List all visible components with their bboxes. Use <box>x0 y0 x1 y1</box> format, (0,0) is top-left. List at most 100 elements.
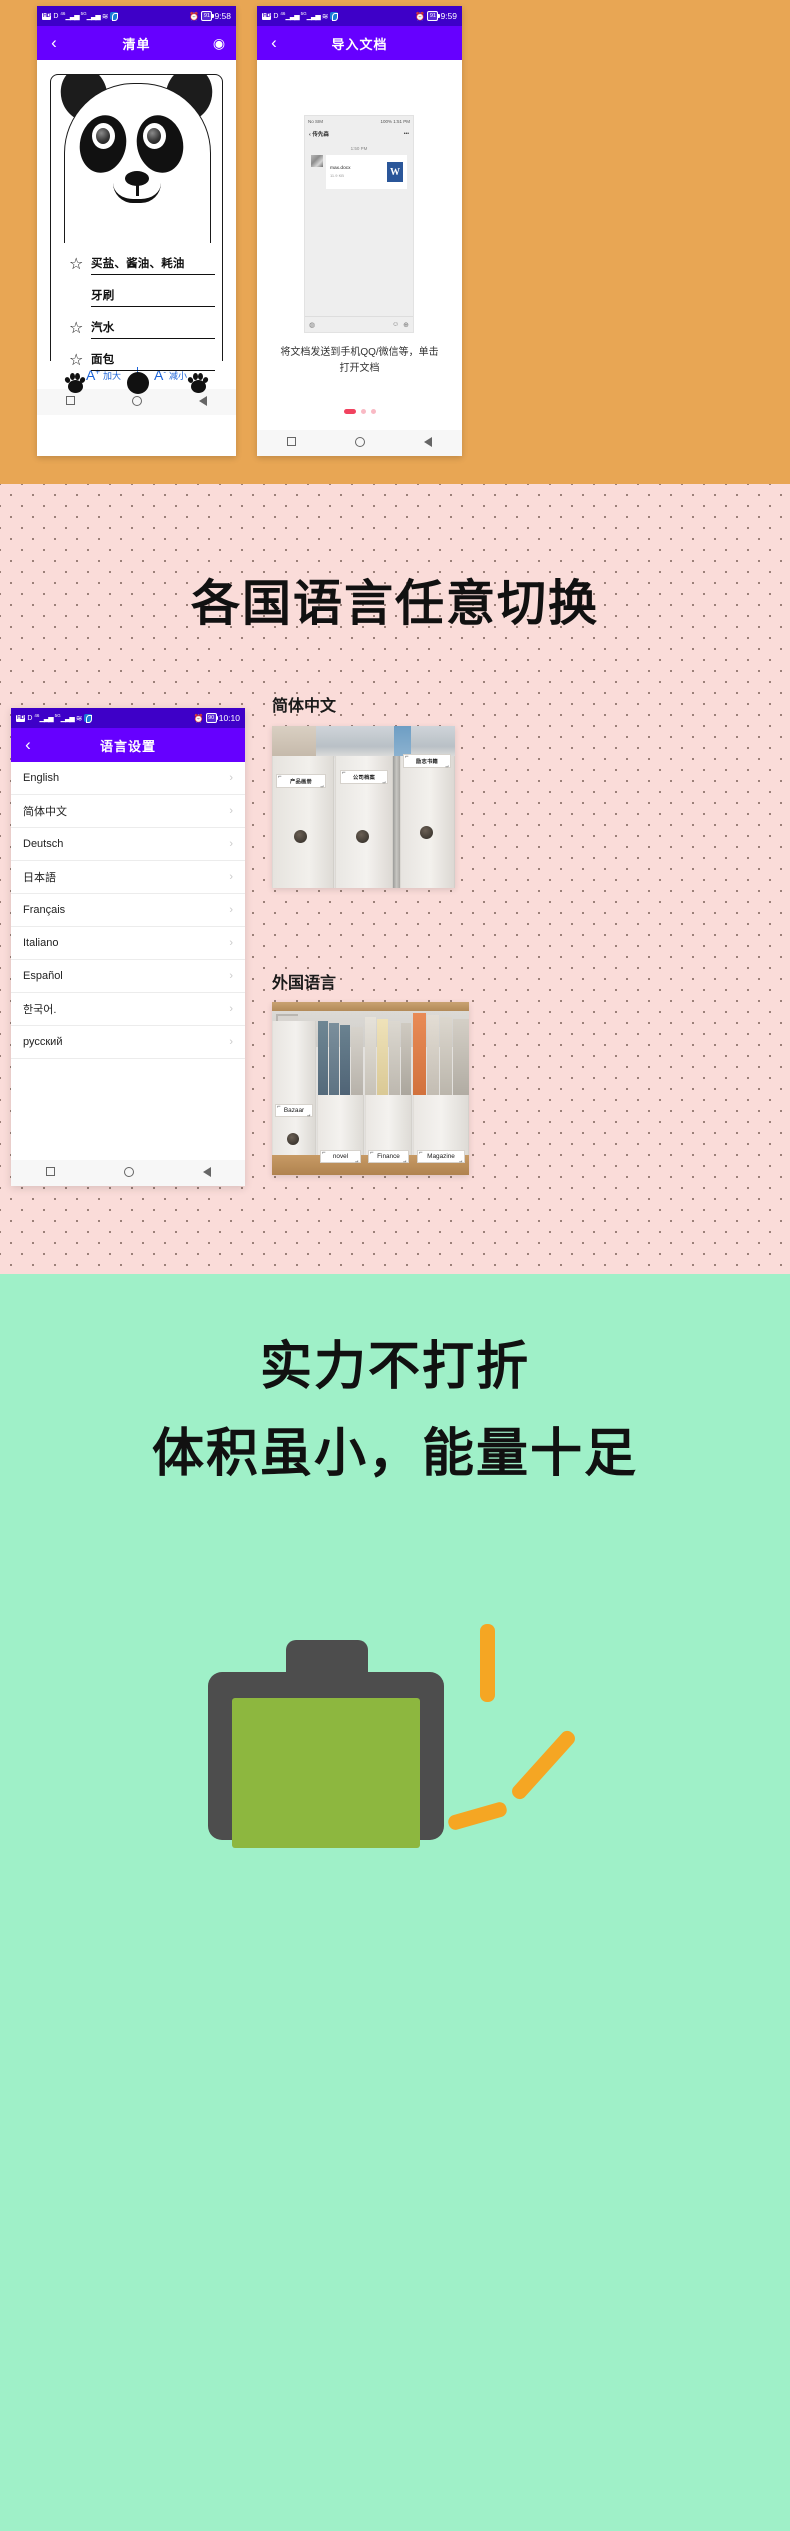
data-icon: D <box>53 12 59 20</box>
star-icon[interactable]: ☆ <box>69 256 86 273</box>
list-item-label: 牙刷 <box>91 290 115 302</box>
emoji-icon[interactable]: ☺ <box>392 321 399 329</box>
phone-screenshot-language: HD D 46▁▃▅ 5G▁▃▅ ≋ ⏰ 90 10:10 ‹ 语言设置 Eng… <box>11 708 245 1186</box>
status-bar: HD D 46▁▃▅ 5G▁▃▅ ≋ ⏰ 91 9:58 <box>37 6 236 26</box>
circle-icon[interactable] <box>354 436 365 450</box>
checklist: ☆ 买盐、酱油、耗油 牙刷 ☆ 汽水 ☆ 面包 <box>69 255 215 383</box>
pagination-dot-active[interactable] <box>343 409 356 414</box>
section-middle: 各国语言任意切换 HD D 46▁▃▅ 5G▁▃▅ ≋ ⏰ 90 10:10 ‹… <box>0 484 790 1274</box>
square-icon[interactable] <box>65 396 75 408</box>
chevron-left-icon[interactable]: ‹ <box>257 26 291 60</box>
pagination-dot[interactable] <box>360 409 366 414</box>
file-size-label: 11.9 KB <box>330 173 344 178</box>
file-name-label: max.docx <box>330 166 351 171</box>
app-badge-icon <box>84 714 93 723</box>
holder-label: Finance <box>368 1150 409 1163</box>
wifi-icon: ≋ <box>75 713 83 723</box>
circle-icon[interactable] <box>131 395 142 409</box>
mock-back-title: ‹ 传先森 <box>309 132 329 138</box>
square-icon[interactable] <box>45 1167 55 1179</box>
binder-hole <box>420 826 433 839</box>
underline <box>91 370 215 371</box>
chevron-left-icon[interactable]: ‹ <box>37 26 71 60</box>
holder-label: novel <box>320 1150 361 1163</box>
more-horizontal-icon[interactable]: ••• <box>404 131 409 137</box>
phone-screenshot-list: HD D 46▁▃▅ 5G▁▃▅ ≋ ⏰ 91 9:58 ‹ 清单 ◉ ☆ 买盐… <box>37 6 236 456</box>
voice-icon[interactable]: ◍ <box>309 321 315 329</box>
nav-bar: ‹ 清单 ◉ <box>37 26 236 60</box>
language-row-simplified-chinese[interactable]: 简体中文 › <box>11 795 245 828</box>
language-row-russian[interactable]: русский › <box>11 1026 245 1059</box>
mock-carrier-label: No SIM <box>308 119 324 124</box>
language-row-english[interactable]: English › <box>11 762 245 795</box>
import-body: No SIM 100% 1:51 PM ‹ 传先森 ••• 1:50 PM ma… <box>257 60 462 456</box>
battery-fill <box>232 1698 420 1848</box>
signal2-icon: ▁▃▅ <box>306 13 321 21</box>
app-badge-icon <box>110 12 119 21</box>
holder-hole <box>287 1133 299 1145</box>
list-item[interactable]: ☆ 面包 <box>69 351 215 371</box>
language-label: 日本語 <box>23 872 56 884</box>
language-label: Français <box>23 904 66 916</box>
list-item-label: 买盐、酱油、耗油 <box>91 258 185 270</box>
battery-badge: 91 <box>201 11 215 21</box>
signal2-icon: ▁▃▅ <box>86 13 101 21</box>
photo-label-chinese: 简体中文 <box>272 696 337 715</box>
mock-input-bar: ◍ ☺ ⊕ <box>305 316 413 332</box>
language-label: русский <box>23 1036 63 1048</box>
star-icon[interactable]: ☆ <box>69 320 86 337</box>
signal1-icon: ▁▃▅ <box>39 715 53 723</box>
hd-icon: HD <box>16 714 26 722</box>
plus-icon[interactable]: ⊕ <box>403 321 409 329</box>
triangle-back-icon[interactable] <box>424 436 433 450</box>
chevron-right-icon: › <box>229 1036 233 1048</box>
circle-icon[interactable] <box>123 1166 134 1180</box>
photo-label-foreign: 外国语言 <box>272 973 337 992</box>
language-row-korean[interactable]: 한국어. › <box>11 993 245 1026</box>
language-row-japanese[interactable]: 日本語 › <box>11 861 245 894</box>
chevron-right-icon: › <box>229 838 233 850</box>
language-row-espanol[interactable]: Español › <box>11 960 245 993</box>
square-icon[interactable] <box>286 437 296 449</box>
list-item[interactable]: ☆ 买盐、酱油、耗油 <box>69 255 215 275</box>
list-item[interactable]: ☆ 汽水 <box>69 319 215 339</box>
hd-icon: HD <box>42 12 52 20</box>
triangle-back-icon[interactable] <box>199 395 208 409</box>
nav-bar: ‹ 语言设置 <box>11 728 245 762</box>
star-icon[interactable]: ☆ <box>69 352 86 369</box>
pagination-dot[interactable] <box>370 409 376 414</box>
binder-hole <box>294 830 307 843</box>
section-bottom: 实力不打折 体积虽小，能量十足 <box>0 1274 790 2531</box>
clock-label: 10:10 <box>218 713 240 723</box>
photo-foreign-holders: Bazaar novel Finance Magazine <box>272 1002 469 1175</box>
language-label: Italiano <box>23 937 59 949</box>
file-attachment-card[interactable]: max.docx 11.9 KB W <box>326 155 407 189</box>
mock-nav-bar: ‹ 传先森 ••• <box>305 127 413 141</box>
language-list: English › 简体中文 › Deutsch › 日本語 › Françai… <box>11 762 245 1171</box>
page-title: 导入文档 <box>331 36 388 52</box>
word-file-icon: W <box>387 162 403 182</box>
list-item-label: 汽水 <box>91 322 115 334</box>
language-label: Español <box>23 970 63 982</box>
page-title: 清单 <box>122 36 151 52</box>
language-row-deutsch[interactable]: Deutsch › <box>11 828 245 861</box>
alarm-icon: ⏰ <box>193 713 204 723</box>
spark-icon <box>446 1800 509 1832</box>
language-row-italiano[interactable]: Italiano › <box>11 927 245 960</box>
promo-page: HD D 46▁▃▅ 5G▁▃▅ ≋ ⏰ 91 9:58 ‹ 清单 ◉ ☆ 买盐… <box>0 0 790 2531</box>
app-badge-icon <box>330 12 339 21</box>
photo-chinese-binders: 产品画册 公司档案 励志书籍 <box>272 726 455 888</box>
panda-card: ☆ 买盐、酱油、耗油 牙刷 ☆ 汽水 ☆ 面包 <box>50 74 223 404</box>
panda-nose-line <box>136 183 139 196</box>
data-icon: D <box>27 714 33 722</box>
data-icon: D <box>273 12 279 20</box>
mock-status-bar: No SIM 100% 1:51 PM <box>305 116 413 127</box>
list-item[interactable]: 牙刷 <box>69 287 215 307</box>
binder-label: 产品画册 <box>276 774 326 788</box>
language-row-francais[interactable]: Français › <box>11 894 245 927</box>
eye-icon[interactable]: ◉ <box>202 35 236 52</box>
signal1-icon: ▁▃▅ <box>285 13 299 21</box>
bottom-heading-line2: 体积虽小，能量十足 <box>151 1424 638 1484</box>
triangle-back-icon[interactable] <box>202 1166 211 1180</box>
chevron-left-icon[interactable]: ‹ <box>11 728 45 762</box>
